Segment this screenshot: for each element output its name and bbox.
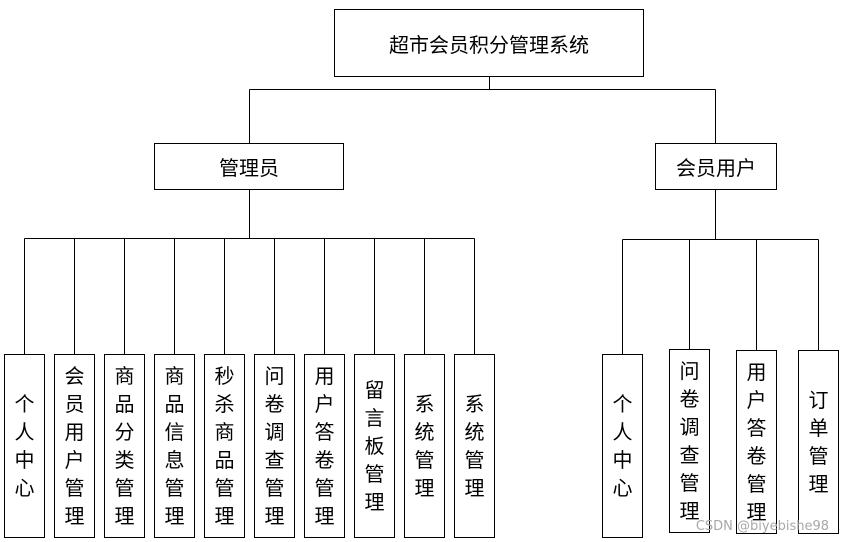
admin-leaf-1: 个人中心	[4, 354, 45, 538]
member-leaf-1: 个人中心	[602, 354, 643, 538]
admin-leaf-7: 用户答卷管理	[304, 354, 345, 538]
watermark: CSDN @biyebishe98	[695, 519, 829, 534]
admin-leaf-2: 会员用户管理	[54, 354, 95, 538]
root-node: 超市会员积分管理系统	[334, 9, 644, 77]
admin-leaf-5: 秒杀商品管理	[204, 354, 245, 538]
admin-leaf-8: 留言板管理	[354, 354, 395, 538]
admin-leaf-9: 系统管理	[404, 354, 445, 538]
member-leaf-2: 问卷调查管理	[669, 349, 710, 533]
admin-leaf-3: 商品分类管理	[104, 354, 145, 538]
root-label: 超市会员积分管理系统	[389, 32, 589, 57]
member-leaf-3: 用户答卷管理	[736, 350, 777, 534]
branch-member-label: 会员用户	[676, 156, 756, 180]
branch-member-node: 会员用户	[655, 143, 777, 190]
branch-admin-label: 管理员	[219, 156, 279, 180]
branch-admin-node: 管理员	[154, 143, 344, 190]
admin-leaf-6: 问卷调查管理	[254, 354, 295, 538]
admin-leaf-10: 系统管理	[454, 354, 495, 538]
admin-leaf-4: 商品信息管理	[154, 354, 195, 538]
system-structure-diagram: 超市会员积分管理系统 管理员 会员用户 个人中心 会员用户管理 商品分类管理 商…	[0, 0, 849, 542]
member-leaf-4: 订单管理	[798, 350, 839, 534]
